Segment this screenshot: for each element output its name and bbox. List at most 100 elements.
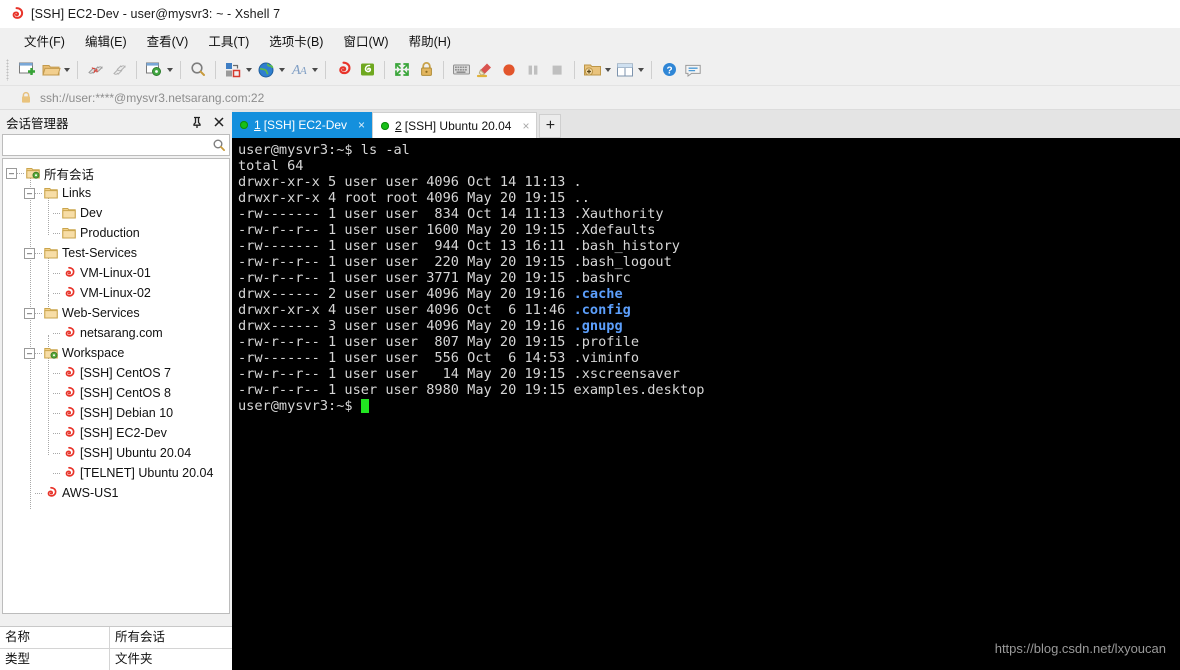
font-icon[interactable]: A A (287, 58, 311, 82)
tree-node-netsarang-com[interactable]: netsarang.com (3, 323, 229, 343)
globe-dropdown-caret[interactable] (277, 59, 286, 81)
tree-node-ssh-ubuntu-2004[interactable]: [SSH] Ubuntu 20.04 (3, 443, 229, 463)
toolbar-separator (136, 60, 137, 79)
tree-node-label: Workspace (62, 346, 125, 360)
open-folder-dropdown-caret[interactable] (62, 59, 71, 81)
tree-guide-line (53, 233, 60, 234)
stop-icon[interactable] (545, 58, 569, 82)
terminal-output[interactable]: user@mysvr3:~$ ls -al total 64 drwxr-xr-x … (232, 138, 1180, 670)
menu-tabs[interactable]: 选项卡(B) (259, 28, 333, 54)
session-icon (61, 385, 77, 401)
record-icon[interactable] (497, 58, 521, 82)
tree-expander-minus-icon[interactable]: – (24, 187, 35, 199)
tree-guide-line (17, 173, 24, 174)
property-row[interactable]: 名称 所有会话 (0, 627, 232, 649)
layout-icon[interactable] (613, 58, 637, 82)
feedback-icon[interactable] (681, 58, 705, 82)
tree-guide-line (53, 273, 60, 274)
tree-expander-minus-icon[interactable]: – (24, 347, 35, 359)
tree-node-all-sessions[interactable]: – 所有会话 (3, 163, 229, 183)
tree-node-telnet-ubuntu-2004[interactable]: [TELNET] Ubuntu 20.04 (3, 463, 229, 483)
tab-number: 2 (395, 118, 402, 133)
tree-node-dev[interactable]: Dev (3, 203, 229, 223)
globe-icon[interactable] (254, 58, 278, 82)
help-icon[interactable]: ? (657, 58, 681, 82)
tree-expander-minus-icon[interactable]: – (6, 167, 17, 179)
menu-file[interactable]: 文件(F) (14, 28, 75, 54)
session-tree[interactable]: – 所有会话 – Links Dev Production – Test-Services VM… (2, 158, 230, 614)
fullscreen-icon[interactable] (390, 58, 414, 82)
terminal-text: drwx------ 2 user user 4096 May 20 19:16 (238, 286, 574, 302)
session-properties-icon[interactable] (142, 58, 166, 82)
tab-ssh-ec2-dev[interactable]: 1 [SSH] EC2-Dev × (232, 112, 373, 138)
tree-node-label: Test-Services (62, 246, 138, 260)
pin-icon[interactable] (188, 113, 206, 131)
menu-tools[interactable]: 工具(T) (198, 28, 259, 54)
session-properties-dropdown-caret[interactable] (165, 59, 174, 81)
xftp-icon[interactable] (355, 58, 379, 82)
tree-node-production[interactable]: Production (3, 223, 229, 243)
new-session-icon[interactable] (15, 58, 39, 82)
menu-edit[interactable]: 编辑(E) (75, 28, 137, 54)
lock-icon[interactable] (414, 58, 438, 82)
layout-dropdown-caret[interactable] (636, 59, 645, 81)
toolbar-separator (77, 60, 78, 79)
session-icon (61, 425, 77, 441)
new-tab-button[interactable]: + (539, 114, 562, 138)
open-folder-icon[interactable] (39, 58, 63, 82)
tab-ssh-ubuntu-2004[interactable]: 2 [SSH] Ubuntu 20.04 × (372, 112, 538, 138)
font-dropdown-caret[interactable] (310, 59, 319, 81)
tree-node-ssh-centos-7[interactable]: [SSH] CentOS 7 (3, 363, 229, 383)
tree-node-workspace[interactable]: – Workspace (3, 343, 229, 363)
terminal-line: -rw------- 1 user user 944 Oct 13 16:11 … (238, 238, 1180, 254)
new-folder-dropdown-caret[interactable] (603, 59, 612, 81)
tab-close-icon[interactable]: × (519, 119, 532, 133)
watermark: https://blog.csdn.net/lxyoucan (994, 641, 1166, 656)
copy-status-dropdown-caret[interactable] (244, 59, 253, 81)
tree-body: – 所有会话 – Links Dev Production – Test-Services VM… (3, 163, 229, 503)
menu-window[interactable]: 窗口(W) (333, 28, 398, 54)
address-bar[interactable]: ssh://user:****@mysvr3.netsarang.com:22 (0, 86, 1180, 110)
pause-icon[interactable] (521, 58, 545, 82)
find-icon[interactable] (186, 58, 210, 82)
toolbar-grip[interactable] (6, 58, 9, 81)
tree-node-web-services[interactable]: – Web-Services (3, 303, 229, 323)
terminal-line: drwxr-xr-x 4 root root 4096 May 20 19:15… (238, 190, 1180, 206)
tree-node-aws-us1[interactable]: AWS-US1 (3, 483, 229, 503)
tree-node-vm-linux-01[interactable]: VM-Linux-01 (3, 263, 229, 283)
tree-expander-minus-icon[interactable]: – (24, 247, 35, 259)
search-icon[interactable] (209, 138, 229, 152)
tree-node-label: VM-Linux-02 (80, 286, 151, 300)
menu-bar: 文件(F) 编辑(E) 查看(V) 工具(T) 选项卡(B) 窗口(W) 帮助(… (0, 28, 1180, 54)
copy-status-icon[interactable] (221, 58, 245, 82)
tree-expander-minus-icon[interactable]: – (24, 307, 35, 319)
tree-guide-line (53, 433, 60, 434)
session-search-box[interactable] (2, 134, 230, 156)
tree-node-vm-linux-02[interactable]: VM-Linux-02 (3, 283, 229, 303)
tree-node-links[interactable]: – Links (3, 183, 229, 203)
xshell-window: [SSH] EC2-Dev - user@mysvr3: ~ - Xshell … (0, 0, 1180, 670)
highlight-icon[interactable] (473, 58, 497, 82)
tab-close-icon[interactable]: × (355, 118, 368, 132)
reconnect-icon[interactable] (107, 58, 131, 82)
xshell-icon[interactable] (331, 58, 355, 82)
close-icon[interactable] (210, 113, 228, 131)
address-url: ssh://user:****@mysvr3.netsarang.com:22 (40, 90, 265, 105)
new-folder-icon[interactable] (580, 58, 604, 82)
terminal-line: total 64 (238, 158, 1180, 174)
search-input[interactable] (3, 137, 209, 153)
menu-help[interactable]: 帮助(H) (399, 28, 461, 54)
disconnect-icon[interactable] (83, 58, 107, 82)
tree-node-ssh-ec2-dev[interactable]: [SSH] EC2-Dev (3, 423, 229, 443)
tree-node-label: Links (62, 186, 92, 200)
terminal-text: drwxr-xr-x 4 user user 4096 Oct 6 11:46 (238, 302, 574, 318)
tree-node-ssh-centos-8[interactable]: [SSH] CentOS 8 (3, 383, 229, 403)
toolbar-separator (651, 60, 652, 79)
property-row[interactable]: 类型 文件夹 (0, 649, 232, 670)
menu-view[interactable]: 查看(V) (137, 28, 199, 54)
tab-number: 1 (254, 118, 261, 132)
terminal-text: -rw-r--r-- 1 user user 3771 May 20 19:15… (238, 270, 631, 286)
tree-node-ssh-debian-10[interactable]: [SSH] Debian 10 (3, 403, 229, 423)
keyboard-icon[interactable] (449, 58, 473, 82)
tree-node-test-services[interactable]: – Test-Services (3, 243, 229, 263)
